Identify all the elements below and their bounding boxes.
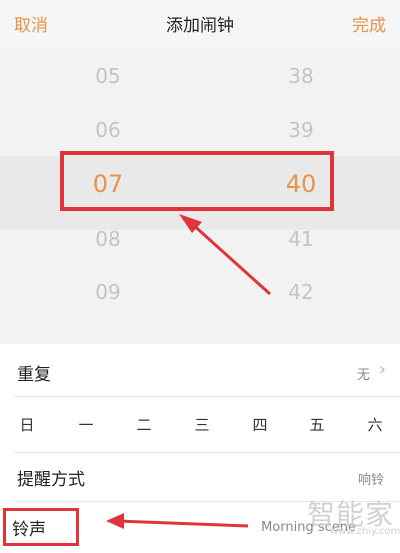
weekday-thu[interactable]: 四 <box>245 414 275 435</box>
weekday-mon[interactable]: 一 <box>71 414 101 435</box>
minute-option[interactable]: 38 <box>261 64 341 88</box>
page-title: 添加闹钟 <box>166 16 234 36</box>
minute-option[interactable]: 42 <box>261 280 341 304</box>
hour-option[interactable]: 09 <box>68 280 148 304</box>
chevron-right-icon: › <box>378 359 386 380</box>
highlight-box-ringtone <box>3 508 79 546</box>
weekday-wed[interactable]: 三 <box>187 414 217 435</box>
reminder-label: 提醒方式 <box>17 470 85 490</box>
reminder-value: 响铃 <box>357 473 384 488</box>
repeat-label: 重复 <box>17 365 51 385</box>
hour-option[interactable]: 08 <box>68 227 148 251</box>
watermark-url: www.zhiy.com <box>330 526 400 537</box>
nav-header: 取消 添加闹钟 完成 <box>0 0 400 48</box>
minute-option[interactable]: 39 <box>261 118 341 142</box>
divider <box>14 396 400 397</box>
repeat-row[interactable]: 重复 无 › <box>0 344 400 396</box>
highlight-box-time <box>60 151 334 211</box>
hour-option[interactable]: 06 <box>68 118 148 142</box>
weekday-sun[interactable]: 日 <box>12 414 42 435</box>
weekday-fri[interactable]: 五 <box>302 414 332 435</box>
hour-option[interactable]: 05 <box>68 64 148 88</box>
repeat-value: 无 <box>356 368 370 383</box>
weekday-selector[interactable]: 日 一 二 三 四 五 六 <box>0 414 400 438</box>
minute-option[interactable]: 41 <box>261 227 341 251</box>
weekday-tue[interactable]: 二 <box>129 414 159 435</box>
done-button[interactable]: 完成 <box>352 11 386 36</box>
weekday-sat[interactable]: 六 <box>360 414 390 435</box>
